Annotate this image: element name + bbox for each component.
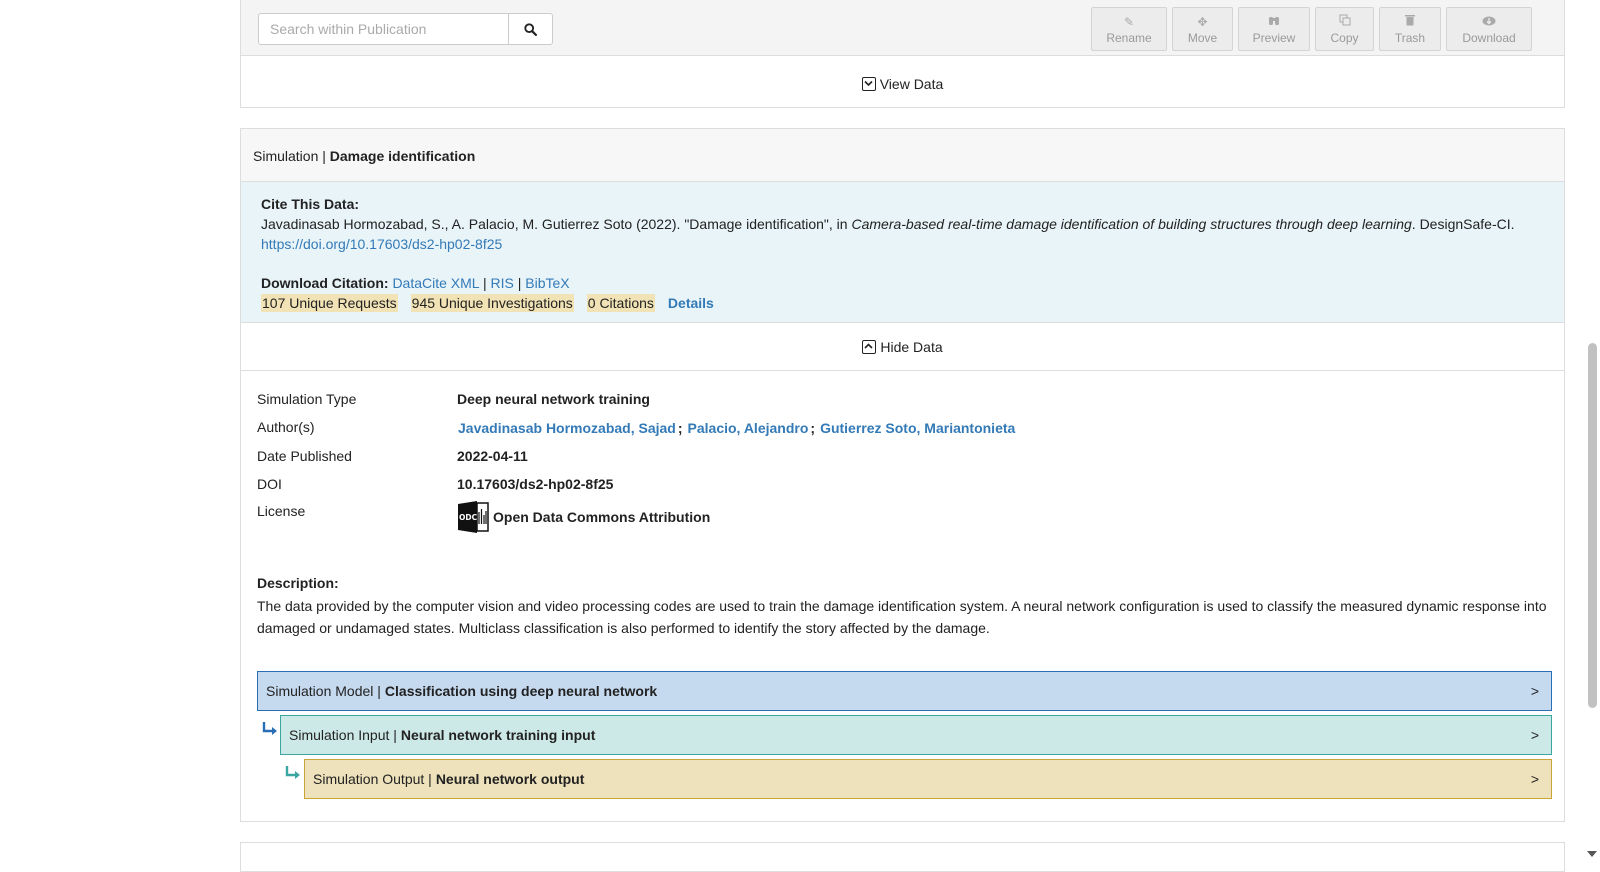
citation-authors: Javadinasab Hormozabad, S., A. Palacio, … bbox=[261, 216, 852, 232]
view-data-label: View Data bbox=[879, 76, 944, 92]
metrics-details-link[interactable]: Details bbox=[668, 295, 714, 311]
simulation-title: Damage identification bbox=[329, 148, 476, 164]
next-entity-panel bbox=[240, 842, 1565, 872]
author-link[interactable]: Palacio, Alejandro bbox=[688, 420, 809, 436]
ris-link[interactable]: RIS bbox=[490, 275, 513, 291]
tree-item-prefix: Simulation Input | bbox=[289, 727, 397, 743]
move-arrows-icon: ✥ bbox=[1197, 15, 1208, 29]
citation-text: Javadinasab Hormozabad, S., A. Palacio, … bbox=[261, 214, 1544, 234]
bibtex-link[interactable]: BibTeX bbox=[525, 275, 569, 291]
simulation-type-value: Deep neural network training bbox=[457, 391, 650, 407]
file-browser-panel: ✎ Rename ✥ Move Preview Copy Trash bbox=[240, 0, 1565, 108]
unique-investigations-badge: 945 Unique Investigations bbox=[410, 294, 574, 312]
pencil-icon: ✎ bbox=[1123, 15, 1135, 29]
cloud-download-icon bbox=[1447, 14, 1531, 30]
chevron-right-icon: > bbox=[1530, 727, 1539, 743]
description-heading: Description: bbox=[257, 575, 339, 591]
binoculars-icon bbox=[1239, 14, 1309, 30]
citations-badge: 0 Citations bbox=[586, 294, 655, 312]
simulation-output-item[interactable]: Simulation Output | Neural network outpu… bbox=[304, 759, 1552, 799]
trash-icon bbox=[1380, 14, 1440, 30]
citation-box: Cite This Data: Javadinasab Hormozabad, … bbox=[241, 182, 1564, 323]
field-label: DOI bbox=[257, 476, 282, 492]
field-label: Date Published bbox=[257, 448, 352, 464]
license-label: Open Data Commons Attribution bbox=[493, 509, 711, 525]
rename-button[interactable]: ✎ Rename bbox=[1091, 7, 1167, 51]
copy-button[interactable]: Copy bbox=[1315, 7, 1374, 51]
publication-search-input[interactable] bbox=[258, 13, 509, 45]
file-toolbar: ✎ Rename ✥ Move Preview Copy Trash bbox=[241, 0, 1564, 56]
svg-text:ODC: ODC bbox=[459, 513, 478, 522]
authors-list: Javadinasab Hormozabad, Sajad; Palacio, A… bbox=[458, 420, 1016, 436]
tree-item-title: Neural network training input bbox=[400, 727, 596, 743]
author-link[interactable]: Gutierrez Soto, Mariantonieta bbox=[820, 420, 1015, 436]
tree-item-title: Neural network output bbox=[435, 771, 585, 787]
simulation-panel: Simulation | Damage identification Cite … bbox=[240, 128, 1565, 822]
scroll-down-arrow-icon[interactable] bbox=[1587, 851, 1597, 857]
license-value: ODC Open Data Commons Attribution bbox=[457, 500, 710, 534]
child-arrow-icon bbox=[262, 722, 277, 735]
date-published-value: 2022-04-11 bbox=[457, 448, 528, 464]
page-scrollbar[interactable] bbox=[1584, 0, 1600, 861]
chevron-right-icon: > bbox=[1530, 771, 1539, 787]
odc-license-icon: ODC bbox=[458, 501, 489, 533]
simulation-model-item[interactable]: Simulation Model | Classification using … bbox=[257, 671, 1552, 711]
child-arrow-icon bbox=[285, 766, 300, 779]
trash-button[interactable]: Trash bbox=[1379, 7, 1441, 51]
chevron-up-icon bbox=[862, 339, 877, 354]
doi-value: 10.17603/ds2-hp02-8f25 bbox=[457, 476, 614, 492]
tree-item-title: Classification using deep neural network bbox=[384, 683, 658, 699]
unique-requests-badge: 107 Unique Requests bbox=[261, 294, 398, 312]
field-label: Simulation Type bbox=[257, 391, 357, 407]
hide-data-label: Hide Data bbox=[880, 338, 943, 355]
metrics-row: 107 Unique Requests 945 Unique Investigat… bbox=[261, 293, 1544, 313]
doi-link[interactable]: https://doi.org/10.17603/ds2-hp02-8f25 bbox=[261, 236, 502, 252]
simulation-prefix: Simulation | bbox=[253, 148, 330, 164]
download-citation-label: Download Citation: bbox=[261, 275, 389, 291]
field-label: Author(s) bbox=[257, 419, 315, 435]
cite-heading: Cite This Data: bbox=[261, 196, 360, 212]
simulation-input-item[interactable]: Simulation Input | Neural network traini… bbox=[280, 715, 1552, 755]
preview-button[interactable]: Preview bbox=[1238, 7, 1310, 51]
search-button[interactable] bbox=[508, 13, 553, 45]
datacite-xml-link[interactable]: DataCite XML bbox=[392, 275, 479, 291]
tree-item-prefix: Simulation Output | bbox=[313, 771, 432, 787]
copy-icon bbox=[1316, 14, 1373, 30]
search-icon bbox=[524, 22, 537, 36]
move-button[interactable]: ✥ Move bbox=[1172, 7, 1233, 51]
chevron-down-icon bbox=[861, 77, 876, 91]
author-link[interactable]: Javadinasab Hormozabad, Sajad bbox=[458, 420, 676, 436]
chevron-right-icon: > bbox=[1530, 683, 1539, 699]
tree-item-prefix: Simulation Model | bbox=[266, 683, 381, 699]
citation-publisher: . DesignSafe-CI. bbox=[1411, 216, 1515, 232]
field-label: License bbox=[257, 503, 306, 519]
citation-project-title: Camera-based real-time damage identifica… bbox=[851, 216, 1412, 232]
view-data-toggle[interactable]: View Data bbox=[241, 61, 1564, 107]
download-citation-row: Download Citation: DataCite XML | RIS | … bbox=[261, 275, 570, 291]
scrollbar-thumb[interactable] bbox=[1588, 343, 1597, 708]
download-button[interactable]: Download bbox=[1446, 7, 1532, 51]
simulation-header: Simulation | Damage identification bbox=[241, 129, 1564, 182]
description-text: The data provided by the computer vision… bbox=[257, 598, 1547, 636]
hide-data-toggle[interactable]: Hide Data bbox=[241, 323, 1564, 371]
